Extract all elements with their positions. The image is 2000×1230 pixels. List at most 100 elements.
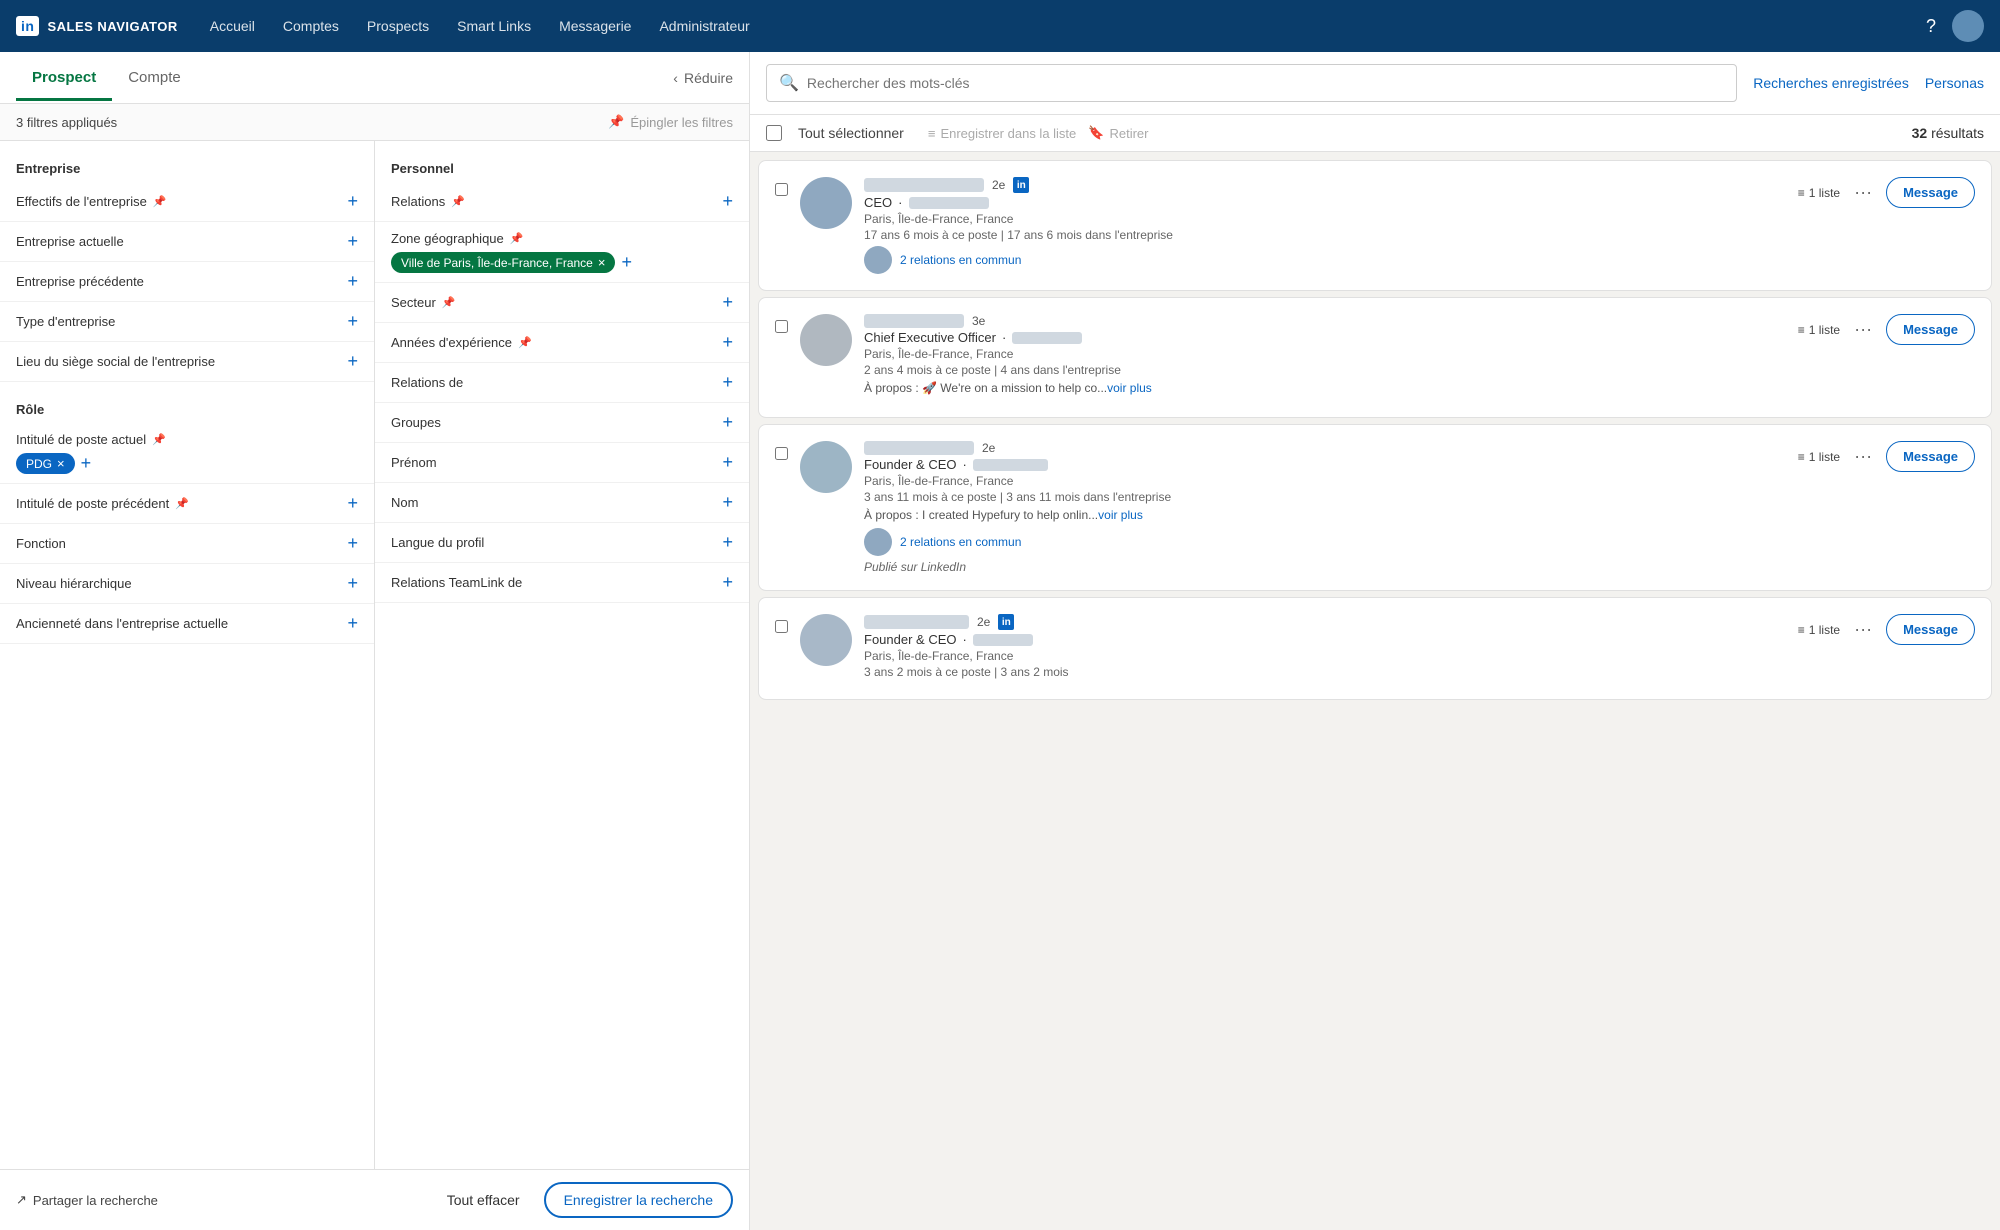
card-checkbox[interactable] <box>775 183 788 196</box>
filter-niveau-hierarchique[interactable]: Niveau hiérarchique + <box>0 564 374 604</box>
filter-type-entreprise[interactable]: Type d'entreprise + <box>0 302 374 342</box>
add-prenom-icon[interactable]: + <box>722 452 733 473</box>
card-name-row: 2e <box>864 441 1763 455</box>
personas-link[interactable]: Personas <box>1925 75 1984 91</box>
save-search-button[interactable]: Enregistrer la recherche <box>544 1182 733 1218</box>
select-all-label[interactable]: Tout sélectionner <box>798 125 904 141</box>
voir-plus-link[interactable]: voir plus <box>1098 508 1143 522</box>
filter-secteur-label: Secteur <box>391 295 436 310</box>
add-relations-de-icon[interactable]: + <box>722 372 733 393</box>
filter-entreprise-precedente[interactable]: Entreprise précédente + <box>0 262 374 302</box>
tab-prospect[interactable]: Prospect <box>16 55 112 101</box>
card-title: Founder & CEO · <box>864 632 1763 647</box>
tab-compte[interactable]: Compte <box>112 55 197 101</box>
filter-entreprise-actuelle[interactable]: Entreprise actuelle + <box>0 222 374 262</box>
add-intitule-precedent-icon[interactable]: + <box>347 493 358 514</box>
filter-nom[interactable]: Nom + <box>375 483 749 523</box>
add-effectifs-icon[interactable]: + <box>347 191 358 212</box>
card-checkbox[interactable] <box>775 320 788 333</box>
card-checkbox[interactable] <box>775 620 788 633</box>
filter-effectifs[interactable]: Effectifs de l'entreprise 📌 + <box>0 182 374 222</box>
reduce-button[interactable]: ‹ Réduire <box>673 70 733 86</box>
add-relations-icon[interactable]: + <box>722 191 733 212</box>
search-box[interactable]: 🔍 <box>766 64 1737 102</box>
share-search-button[interactable]: ↗ Partager la recherche <box>16 1192 158 1208</box>
filter-annees-experience[interactable]: Années d'expérience 📌 + <box>375 323 749 363</box>
nav-comptes[interactable]: Comptes <box>283 18 339 34</box>
card-actions: ≡ 1 liste ··· Message <box>1775 614 1975 645</box>
liste-button[interactable]: ≡ 1 liste <box>1798 186 1840 200</box>
add-zone-icon[interactable]: + <box>621 252 632 273</box>
filter-relations-de[interactable]: Relations de + <box>375 363 749 403</box>
filter-zone-geo[interactable]: Zone géographique 📌 Ville de Paris, Île-… <box>375 222 749 283</box>
add-intitule-icon[interactable]: + <box>81 453 92 474</box>
add-secteur-icon[interactable]: + <box>722 292 733 313</box>
filter-relations-de-label: Relations de <box>391 375 463 390</box>
filter-relations[interactable]: Relations 📌 + <box>375 182 749 222</box>
save-list-button[interactable]: ≡ Enregistrer dans la liste <box>928 126 1076 141</box>
liste-button[interactable]: ≡ 1 liste <box>1798 623 1840 637</box>
add-teamlink-icon[interactable]: + <box>722 572 733 593</box>
card-checkbox[interactable] <box>775 447 788 460</box>
message-button[interactable]: Message <box>1886 614 1975 645</box>
add-niveau-icon[interactable]: + <box>347 573 358 594</box>
nav-prospects[interactable]: Prospects <box>367 18 429 34</box>
more-options-button[interactable]: ··· <box>1848 317 1878 342</box>
relations-row: 2 relations en commun <box>864 528 1763 556</box>
search-icon: 🔍 <box>779 73 799 93</box>
filter-secteur[interactable]: Secteur 📌 + <box>375 283 749 323</box>
add-siege-social-icon[interactable]: + <box>347 351 358 372</box>
add-anciennete-icon[interactable]: + <box>347 613 358 634</box>
filter-intitule-poste-actuel[interactable]: Intitulé de poste actuel 📌 PDG × + <box>0 423 374 484</box>
zone-tag[interactable]: Ville de Paris, Île-de-France, France × <box>391 252 615 273</box>
zone-tag-remove[interactable]: × <box>598 255 606 270</box>
filter-siege-social[interactable]: Lieu du siège social de l'entreprise + <box>0 342 374 382</box>
right-filter-col: Personnel Relations 📌 + Zone géographiqu… <box>375 141 749 1169</box>
filter-prenom[interactable]: Prénom + <box>375 443 749 483</box>
liste-button[interactable]: ≡ 1 liste <box>1798 323 1840 337</box>
message-button[interactable]: Message <box>1886 441 1975 472</box>
app-title: SALES NAVIGATOR <box>47 19 177 34</box>
liste-button[interactable]: ≡ 1 liste <box>1798 450 1840 464</box>
add-fonction-icon[interactable]: + <box>347 533 358 554</box>
filter-annees-label: Années d'expérience <box>391 335 512 350</box>
more-options-button[interactable]: ··· <box>1848 444 1878 469</box>
add-groupes-icon[interactable]: + <box>722 412 733 433</box>
nav-accueil[interactable]: Accueil <box>210 18 255 34</box>
add-nom-icon[interactable]: + <box>722 492 733 513</box>
add-type-entreprise-icon[interactable]: + <box>347 311 358 332</box>
voir-plus-link[interactable]: voir plus <box>1107 381 1152 395</box>
nav-smartlinks[interactable]: Smart Links <box>457 18 531 34</box>
company-blurred <box>909 197 989 209</box>
message-button[interactable]: Message <box>1886 177 1975 208</box>
clear-all-button[interactable]: Tout effacer <box>435 1184 532 1216</box>
help-button[interactable]: ? <box>1926 16 1936 37</box>
user-avatar[interactable] <box>1952 10 1984 42</box>
pdg-tag-remove[interactable]: × <box>57 456 65 471</box>
pdg-tag[interactable]: PDG × <box>16 453 75 474</box>
filter-anciennete[interactable]: Ancienneté dans l'entreprise actuelle + <box>0 604 374 644</box>
filter-groupes[interactable]: Groupes + <box>375 403 749 443</box>
nav-messagerie[interactable]: Messagerie <box>559 18 631 34</box>
add-langue-icon[interactable]: + <box>722 532 733 553</box>
retire-button[interactable]: 🔖 Retirer <box>1088 125 1148 141</box>
more-options-button[interactable]: ··· <box>1848 180 1878 205</box>
search-input[interactable] <box>807 75 1724 91</box>
message-button[interactable]: Message <box>1886 314 1975 345</box>
filter-relations-teamlink[interactable]: Relations TeamLink de + <box>375 563 749 603</box>
filter-langue-profil[interactable]: Langue du profil + <box>375 523 749 563</box>
add-annees-icon[interactable]: + <box>722 332 733 353</box>
filter-intitule-poste-precedent[interactable]: Intitulé de poste précédent 📌 + <box>0 484 374 524</box>
nav-administrateur[interactable]: Administrateur <box>659 18 749 34</box>
add-entreprise-precedente-icon[interactable]: + <box>347 271 358 292</box>
more-options-button[interactable]: ··· <box>1848 617 1878 642</box>
relations-text[interactable]: 2 relations en commun <box>900 535 1021 549</box>
relations-text[interactable]: 2 relations en commun <box>900 253 1021 267</box>
pin-filters-button[interactable]: 📌 Épingler les filtres <box>608 114 733 130</box>
filter-fonction[interactable]: Fonction + <box>0 524 374 564</box>
add-entreprise-actuelle-icon[interactable]: + <box>347 231 358 252</box>
saved-searches-link[interactable]: Recherches enregistrées <box>1753 75 1909 91</box>
entreprise-section-title: Entreprise <box>0 153 374 182</box>
select-all-checkbox[interactable] <box>766 125 782 141</box>
logo[interactable]: in SALES NAVIGATOR <box>16 16 178 36</box>
